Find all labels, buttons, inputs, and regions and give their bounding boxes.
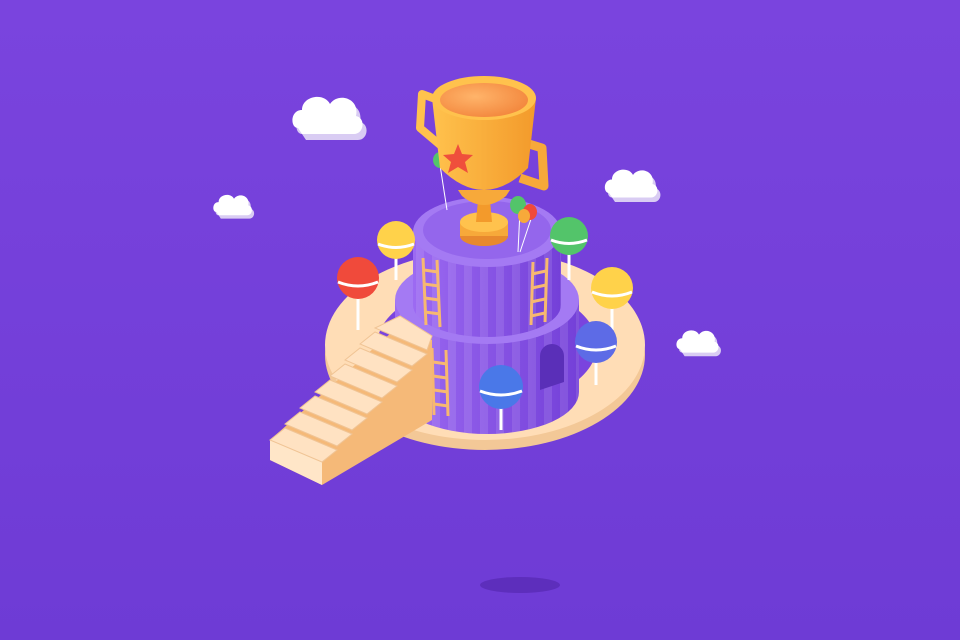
ground-shadow [480, 577, 560, 593]
isometric-trophy-illustration [0, 0, 960, 640]
tower-doorway [540, 344, 564, 390]
